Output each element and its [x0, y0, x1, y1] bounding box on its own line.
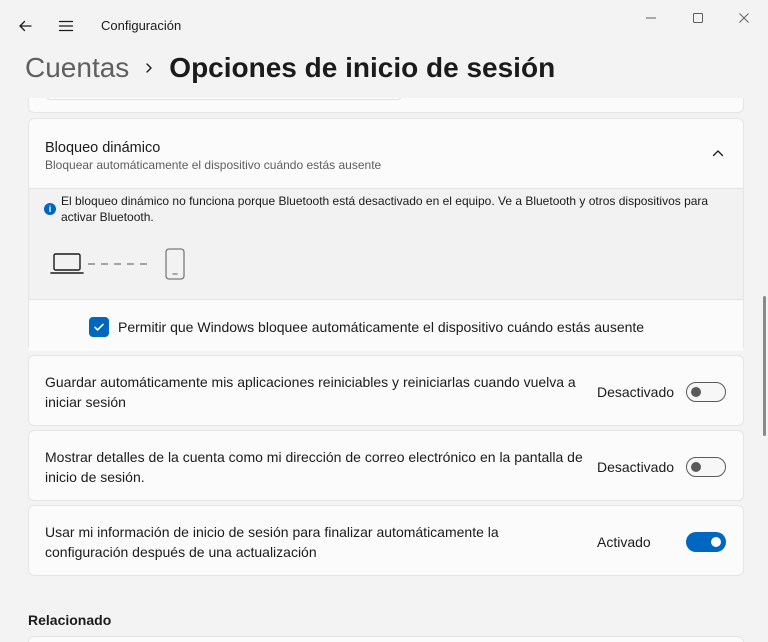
- dynamic-lock-header[interactable]: Bloqueo dinámico Bloquear automáticament…: [29, 119, 743, 188]
- setting-card-restart-apps: Guardar automáticamente mis aplicaciones…: [28, 355, 744, 426]
- related-card[interactable]: [28, 636, 744, 642]
- minimize-button[interactable]: [628, 8, 674, 28]
- previous-card: [28, 98, 744, 113]
- dynamic-lock-card: Bloqueo dinámico Bloquear automáticament…: [28, 118, 744, 351]
- toggle-knob: [691, 462, 701, 472]
- bluetooth-warning: El bloqueo dinámico no funciona porque B…: [61, 194, 709, 224]
- connection-dashes: [88, 263, 150, 265]
- breadcrumb-separator: [129, 62, 169, 74]
- setting-text: Mostrar detalles de la cuenta como mi di…: [45, 449, 583, 485]
- setting-card-account-details: Mostrar detalles de la cuenta como mi di…: [28, 430, 744, 501]
- maximize-icon: [693, 13, 703, 23]
- vertical-scrollbar[interactable]: [763, 296, 766, 436]
- dynamic-lock-checkbox-row[interactable]: Permitir que Windows bloquee automáticam…: [29, 299, 743, 351]
- toggle-knob: [711, 537, 721, 547]
- dynamic-lock-checkbox-label: Permitir que Windows bloquee automáticam…: [118, 319, 645, 335]
- maximize-button[interactable]: [675, 8, 721, 28]
- back-arrow-icon: [19, 20, 32, 32]
- close-button[interactable]: [721, 8, 767, 28]
- minimize-icon: [646, 17, 656, 19]
- hamburger-icon: [58, 20, 74, 32]
- toggle-knob: [691, 387, 701, 397]
- close-icon: [739, 13, 749, 23]
- menu-button[interactable]: [52, 12, 80, 40]
- setting-card-auto-finish-setup: Usar mi información de inicio de sesión …: [28, 505, 744, 576]
- toggle-state-label: Desactivado: [597, 384, 675, 400]
- toggle-state-label: Activado: [597, 534, 651, 550]
- back-button[interactable]: [11, 12, 39, 40]
- partial-field: [45, 98, 403, 100]
- info-icon: i: [44, 203, 56, 215]
- breadcrumb-parent[interactable]: Cuentas: [25, 52, 129, 84]
- settings-content[interactable]: Bloqueo dinámico Bloquear automáticament…: [0, 98, 760, 642]
- related-heading: Relacionado: [28, 612, 112, 628]
- laptop-icon: [50, 253, 84, 274]
- checkmark-icon: [94, 323, 104, 331]
- chevron-right-icon: [146, 63, 152, 73]
- account-details-toggle[interactable]: [686, 457, 726, 477]
- setting-text: Guardar automáticamente mis aplicaciones…: [45, 374, 576, 410]
- dynamic-lock-checkbox[interactable]: [89, 317, 109, 337]
- page-title: Opciones de inicio de sesión: [169, 52, 556, 83]
- setting-text: Usar mi información de inicio de sesión …: [45, 524, 499, 560]
- dynamic-lock-subtitle: Bloquear automáticamente el dispositivo …: [45, 158, 382, 172]
- auto-finish-setup-toggle[interactable]: [686, 532, 726, 552]
- breadcrumb: Cuentas Opciones de inicio de sesión: [25, 48, 555, 88]
- phone-icon: [165, 248, 185, 280]
- toggle-state-label: Desactivado: [597, 459, 675, 475]
- chevron-up-icon[interactable]: [711, 146, 725, 160]
- dynamic-lock-title: Bloqueo dinámico: [45, 140, 161, 156]
- dynamic-lock-info: i El bloqueo dinámico no funciona porque…: [29, 188, 743, 299]
- restart-apps-toggle[interactable]: [686, 382, 726, 402]
- title-bar: Configuración: [0, 0, 768, 52]
- app-title: Configuración: [101, 18, 182, 33]
